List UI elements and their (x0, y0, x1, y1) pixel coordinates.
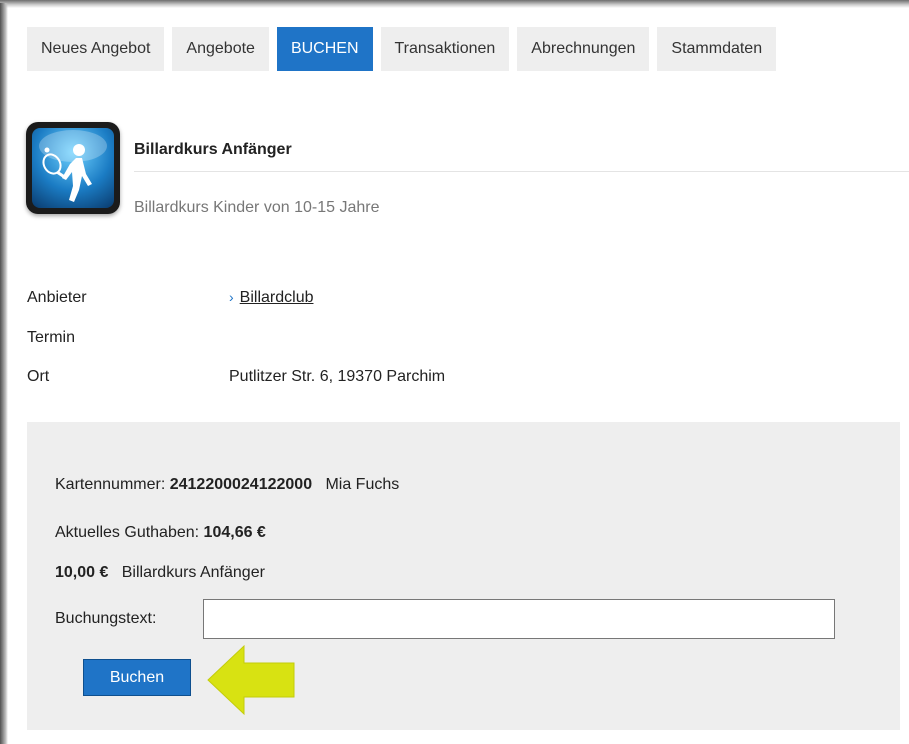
book-button[interactable]: Buchen (83, 659, 191, 696)
tab-transaktionen[interactable]: Transaktionen (380, 27, 510, 71)
provider-value: › Billardclub (229, 289, 313, 307)
offer-title: Billardkurs Anfänger (134, 141, 292, 158)
tab-buchen[interactable]: BUCHEN (276, 27, 373, 71)
chevron-right-icon: › (229, 289, 234, 305)
balance-label: Aktuelles Guthaben: (55, 524, 200, 541)
provider-label: Anbieter (27, 289, 87, 306)
balance-row: Aktuelles Guthaben: 104,66 € (55, 524, 266, 542)
divider (134, 171, 909, 172)
booking-text-label: Buchungstext: (55, 610, 157, 627)
offer-description: Billardkurs Kinder von 10-15 Jahre (134, 199, 380, 216)
price-row: 10,00 € Billardkurs Anfänger (55, 564, 265, 582)
card-row: Kartennummer: 2412200024122000 Mia Fuchs (55, 476, 399, 494)
tab-angebote[interactable]: Angebote (172, 27, 269, 71)
location-label: Ort (27, 368, 50, 385)
sport-person-icon (26, 122, 120, 214)
price-item: Billardkurs Anfänger (121, 564, 265, 581)
card-holder: Mia Fuchs (325, 476, 400, 493)
price-value: 10,00 € (55, 564, 109, 581)
balance-value: 104,66 € (203, 524, 266, 541)
tab-stammdaten[interactable]: Stammdaten (657, 27, 777, 71)
card-label: Kartennummer: (55, 476, 166, 493)
location-value: Putlitzer Str. 6, 19370 Parchim (229, 368, 446, 385)
tab-abrechnungen[interactable]: Abrechnungen (517, 27, 650, 71)
booking-text-input[interactable] (203, 599, 835, 639)
date-label: Termin (27, 329, 76, 346)
provider-link[interactable]: Billardclub (240, 289, 314, 306)
card-number: 2412200024122000 (169, 476, 313, 493)
main-tabs: Neues Angebot Angebote BUCHEN Transaktio… (27, 27, 784, 71)
tab-neues-angebot[interactable]: Neues Angebot (27, 27, 165, 71)
arrow-left-icon (207, 644, 295, 716)
booking-panel: Kartennummer: 2412200024122000 Mia Fuchs… (27, 422, 900, 730)
